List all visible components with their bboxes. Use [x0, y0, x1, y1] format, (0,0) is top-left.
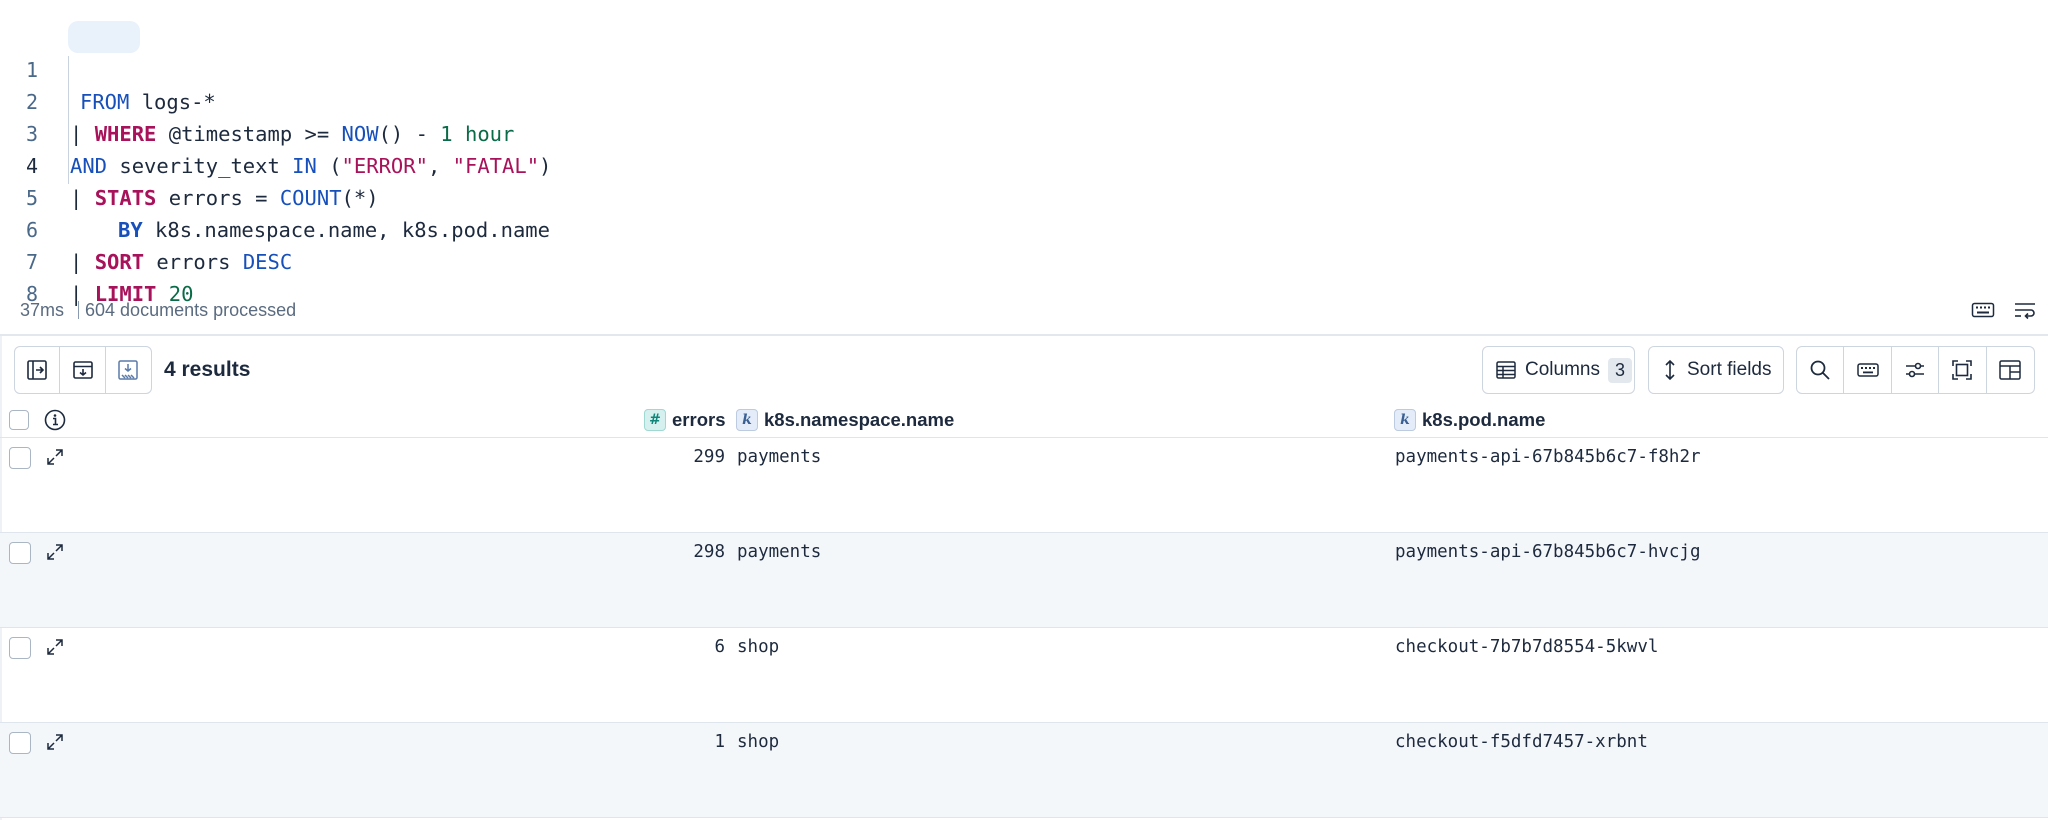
cell-errors: 6: [714, 637, 725, 657]
cell-errors: 299: [693, 447, 725, 467]
column-name: k8s.pod.name: [1422, 409, 1546, 430]
cell-errors: 298: [693, 542, 725, 562]
grid-actions-group: [14, 346, 152, 394]
expand-row-icon[interactable]: [45, 542, 65, 567]
editor-footer: 37ms 604 documents processed: [0, 294, 2048, 330]
cell-namespace: payments: [737, 447, 822, 467]
code-line-7[interactable]: 7 | LIMIT 20: [0, 214, 2048, 306]
row-select-checkbox[interactable]: [9, 542, 31, 564]
column-header-errors[interactable]: # errors: [644, 408, 725, 432]
select-all-checkbox[interactable]: [9, 410, 29, 430]
documents-processed: 604 documents processed: [85, 300, 297, 320]
sort-fields-label: Sort fields: [1687, 359, 1772, 380]
cell-pod: checkout-7b7b7d8554-5kwvl: [1395, 637, 1659, 657]
grid-header: # errors k k8s.namespace.name k k8s.pod.…: [0, 402, 2048, 438]
word-wrap-icon[interactable]: [2013, 300, 2037, 320]
table-row: 1 shop checkout-f5dfd7457-xrbnt: [0, 723, 2048, 818]
display-settings-button[interactable]: [1892, 347, 1940, 393]
row-select-checkbox[interactable]: [9, 732, 31, 754]
column-name: k8s.namespace.name: [764, 409, 955, 430]
toggle-sidebar-button[interactable]: [1987, 347, 2034, 393]
settings-sliders-icon: [1906, 362, 1925, 378]
cell-pod: payments-api-67b845b6c7-f8h2r: [1395, 447, 1701, 467]
expand-row-icon[interactable]: [45, 732, 65, 757]
save-visualization-icon: [72, 361, 93, 379]
section-divider: [0, 334, 2048, 336]
code-line-4[interactable]: 4 | STATS errors = COUNT(*): [0, 118, 2048, 210]
table-row: 298 payments payments-api-67b845b6c7-hvc…: [0, 533, 2048, 628]
open-in-discover-button[interactable]: [15, 347, 61, 393]
code-line-3[interactable]: 3 AND severity_text IN ("ERROR", "FATAL"…: [0, 86, 2048, 178]
sort-icon: [1665, 359, 1675, 381]
results-count: 4 results: [164, 358, 251, 381]
cell-namespace: shop: [737, 637, 780, 657]
sort-fields-button[interactable]: Sort fields: [1648, 346, 1784, 394]
column-header-pod[interactable]: k k8s.pod.name: [1394, 408, 1545, 432]
row-select-checkbox[interactable]: [9, 637, 31, 659]
expand-row-icon[interactable]: [45, 637, 65, 662]
query-duration: 37ms: [20, 300, 65, 320]
keyword-type-icon: k: [736, 409, 758, 431]
download-icon: [118, 360, 139, 380]
table-row: 6 shop checkout-7b7b7d8554-5kwvl: [0, 628, 2048, 723]
code-line-1[interactable]: 1 FROM logs-*: [0, 22, 2048, 114]
keyboard-icon: [1856, 363, 1879, 377]
cell-pod: checkout-f5dfd7457-xrbnt: [1395, 732, 1648, 752]
cell-namespace: shop: [737, 732, 780, 752]
download-button[interactable]: [106, 347, 151, 393]
fullscreen-icon: [1952, 360, 1973, 380]
cell-errors: 1: [714, 732, 725, 752]
layout-icon: [1999, 360, 2022, 380]
fullscreen-button[interactable]: [1939, 347, 1987, 393]
row-select-checkbox[interactable]: [9, 447, 31, 469]
query-stats: 37ms 604 documents processed: [20, 300, 296, 321]
discover-icon: [27, 360, 47, 380]
grid-display-controls: [1796, 346, 2035, 394]
separator: [78, 301, 80, 319]
columns-count-badge: 3: [1607, 357, 1632, 383]
code-line-6[interactable]: 6 | SORT errors DESC: [0, 182, 2048, 274]
keyboard-shortcuts-button[interactable]: [1844, 347, 1892, 393]
esql-query-editor[interactable]: 1 FROM logs-* 2 | WHERE @timestamp >= NO…: [0, 0, 2048, 306]
number-type-icon: #: [644, 409, 666, 431]
table-row: 299 payments payments-api-67b845b6c7-f8h…: [0, 438, 2048, 533]
search-button[interactable]: [1797, 347, 1845, 393]
code-line-8[interactable]: 8: [0, 246, 2048, 306]
columns-label: Columns: [1525, 359, 1600, 380]
column-name: errors: [672, 409, 726, 430]
cell-pod: payments-api-67b845b6c7-hvcjg: [1395, 542, 1701, 562]
columns-button[interactable]: Columns 3: [1482, 346, 1635, 394]
expand-row-icon[interactable]: [45, 447, 65, 472]
cell-namespace: payments: [737, 542, 822, 562]
code-line-5[interactable]: 5 BY k8s.namespace.name, k8s.pod.name: [0, 150, 2048, 242]
info-icon[interactable]: [43, 408, 67, 437]
search-icon: [1810, 360, 1830, 380]
keyboard-shortcuts-icon[interactable]: [1971, 300, 1995, 320]
keyword-type-icon: k: [1394, 409, 1416, 431]
add-to-dashboard-button[interactable]: [60, 347, 106, 393]
code-line-2[interactable]: 2 | WHERE @timestamp >= NOW() - 1 hour: [0, 54, 2048, 146]
column-header-namespace[interactable]: k k8s.namespace.name: [736, 408, 954, 432]
table-icon: [1496, 361, 1516, 379]
